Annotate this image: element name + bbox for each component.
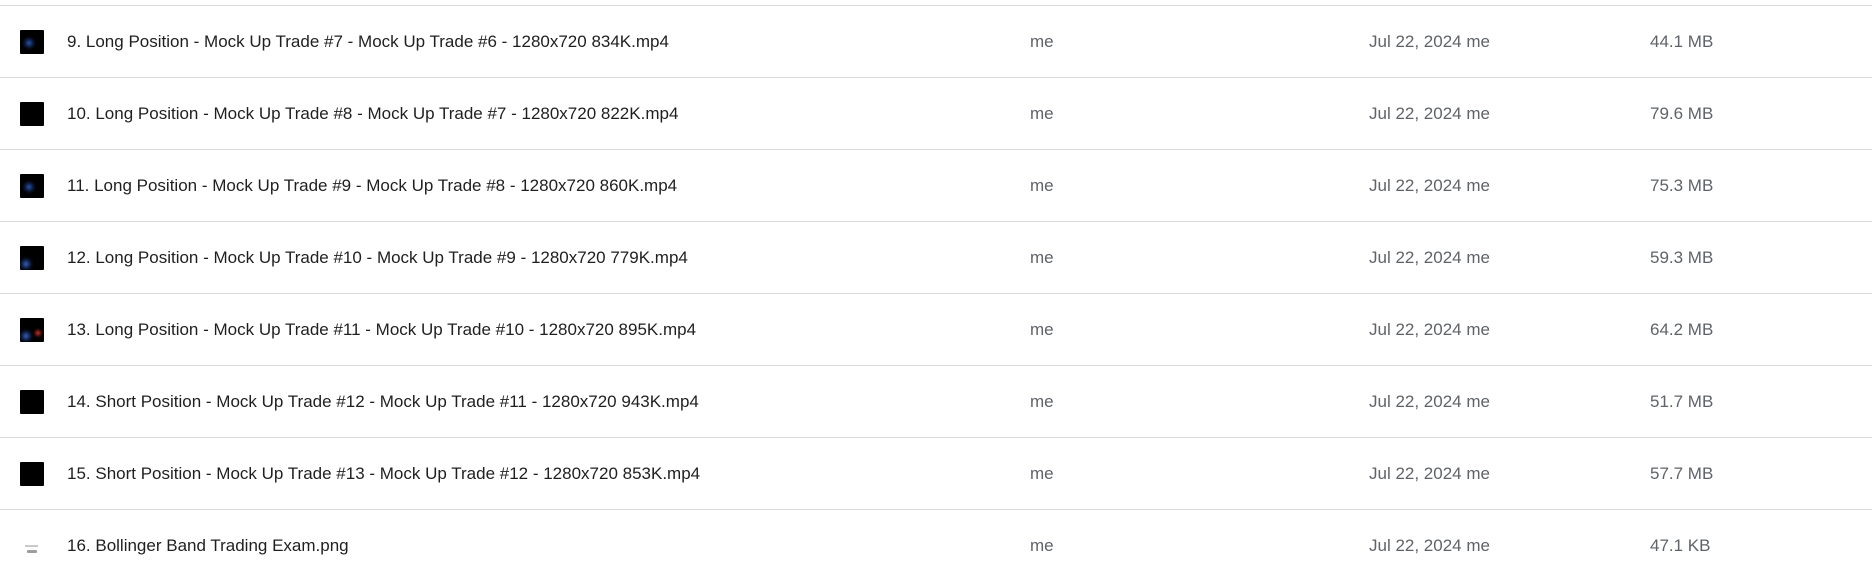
- file-row[interactable]: 9. Long Position - Mock Up Trade #7 - Mo…: [0, 6, 1872, 78]
- file-size: 47.1 KB: [1650, 536, 1711, 555]
- file-name[interactable]: 11. Long Position - Mock Up Trade #9 - M…: [67, 150, 677, 222]
- file-last-modified: Jul 22, 2024 me: [1369, 32, 1490, 51]
- file-name[interactable]: 12. Long Position - Mock Up Trade #10 - …: [67, 222, 688, 294]
- video-thumbnail-icon: [20, 30, 44, 54]
- file-row[interactable]: 16. Bollinger Band Trading Exam.png me J…: [0, 510, 1872, 578]
- file-last-modified: Jul 22, 2024 me: [1369, 104, 1490, 123]
- file-last-modified: Jul 22, 2024 me: [1369, 320, 1490, 339]
- video-thumbnail-icon: [20, 174, 44, 198]
- file-owner: me: [1030, 464, 1054, 483]
- video-thumbnail-icon: [20, 246, 44, 270]
- file-name[interactable]: 14. Short Position - Mock Up Trade #12 -…: [67, 366, 699, 438]
- image-thumbnail-icon: [20, 534, 44, 558]
- file-owner: me: [1030, 392, 1054, 411]
- video-thumbnail-icon: [20, 102, 44, 126]
- video-thumbnail-icon: [20, 462, 44, 486]
- file-row[interactable]: 10. Long Position - Mock Up Trade #8 - M…: [0, 78, 1872, 150]
- file-size: 79.6 MB: [1650, 104, 1714, 123]
- video-thumbnail-icon: [20, 318, 44, 342]
- file-owner: me: [1030, 104, 1054, 123]
- file-size: 59.3 MB: [1650, 248, 1714, 267]
- file-row[interactable]: 12. Long Position - Mock Up Trade #10 - …: [0, 222, 1872, 294]
- file-row[interactable]: 11. Long Position - Mock Up Trade #9 - M…: [0, 150, 1872, 222]
- file-last-modified: Jul 22, 2024 me: [1369, 248, 1490, 267]
- file-name[interactable]: 13. Long Position - Mock Up Trade #11 - …: [67, 294, 696, 366]
- file-owner: me: [1030, 176, 1054, 195]
- file-owner: me: [1030, 536, 1054, 555]
- file-list: 9. Long Position - Mock Up Trade #7 - Mo…: [0, 5, 1872, 578]
- file-size: 75.3 MB: [1650, 176, 1714, 195]
- file-size: 64.2 MB: [1650, 320, 1714, 339]
- file-name[interactable]: 10. Long Position - Mock Up Trade #8 - M…: [67, 78, 678, 150]
- file-name[interactable]: 15. Short Position - Mock Up Trade #13 -…: [67, 438, 700, 510]
- file-name[interactable]: 9. Long Position - Mock Up Trade #7 - Mo…: [67, 6, 669, 78]
- file-owner: me: [1030, 248, 1054, 267]
- file-owner: me: [1030, 32, 1054, 51]
- file-row[interactable]: 14. Short Position - Mock Up Trade #12 -…: [0, 366, 1872, 438]
- file-size: 44.1 MB: [1650, 32, 1714, 51]
- file-last-modified: Jul 22, 2024 me: [1369, 176, 1490, 195]
- file-size: 51.7 MB: [1650, 392, 1714, 411]
- file-owner: me: [1030, 320, 1054, 339]
- file-last-modified: Jul 22, 2024 me: [1369, 464, 1490, 483]
- file-size: 57.7 MB: [1650, 464, 1714, 483]
- file-row[interactable]: 15. Short Position - Mock Up Trade #13 -…: [0, 438, 1872, 510]
- file-row[interactable]: 13. Long Position - Mock Up Trade #11 - …: [0, 294, 1872, 366]
- file-name[interactable]: 16. Bollinger Band Trading Exam.png: [67, 510, 349, 578]
- video-thumbnail-icon: [20, 390, 44, 414]
- file-last-modified: Jul 22, 2024 me: [1369, 536, 1490, 555]
- file-last-modified: Jul 22, 2024 me: [1369, 392, 1490, 411]
